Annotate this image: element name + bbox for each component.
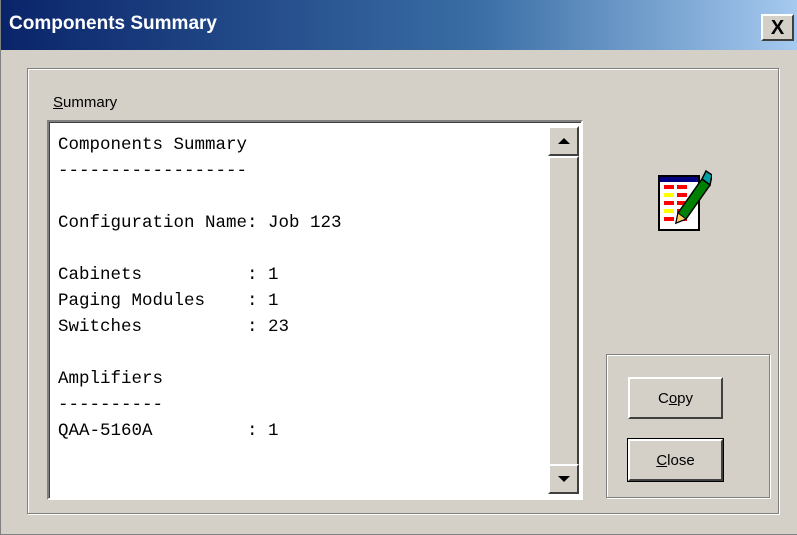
summary-line: [58, 184, 342, 210]
copy-button[interactable]: Co py: [628, 377, 723, 419]
summary-line: Switches : 23: [58, 317, 290, 337]
close-icon: X: [770, 16, 785, 39]
summary-line: QAA-5160A : 1: [58, 421, 279, 441]
summary-label: Summary: [53, 94, 118, 111]
components-summary-dialog: Components Summary X Summary Components …: [0, 0, 797, 535]
summary-line: Paging Modules : 1: [58, 291, 279, 311]
title-bar[interactable]: Components Summary X: [1, 0, 797, 50]
summary-textbox[interactable]: Components Summary ------------------ Conf…: [47, 120, 583, 500]
summary-line: Components Summary: [58, 135, 248, 155]
scrollbar-thumb[interactable]: [548, 156, 579, 466]
summary-line: ----------: [58, 395, 164, 415]
summary-line: ------------------: [58, 161, 248, 181]
summary-line: Cabinets : 1: [58, 265, 279, 285]
summary-line: [58, 236, 342, 262]
window-title: Components Summary: [9, 13, 217, 34]
close-button[interactable]: Close: [627, 438, 724, 482]
summary-line: Configuration Name: Job 123: [58, 213, 342, 233]
scroll-down-button[interactable]: [548, 464, 579, 494]
vertical-scrollbar[interactable]: [548, 126, 579, 494]
arrow-down-icon: [557, 476, 570, 482]
edit-document-icon: [658, 169, 712, 231]
scroll-up-button[interactable]: [548, 126, 579, 156]
close-window-button[interactable]: X: [761, 14, 794, 41]
summary-line: [58, 340, 342, 366]
summary-line: Amplifiers: [58, 369, 164, 389]
summary-text: Components Summary ------------------ Conf…: [58, 132, 342, 444]
arrow-up-icon: [557, 138, 570, 144]
